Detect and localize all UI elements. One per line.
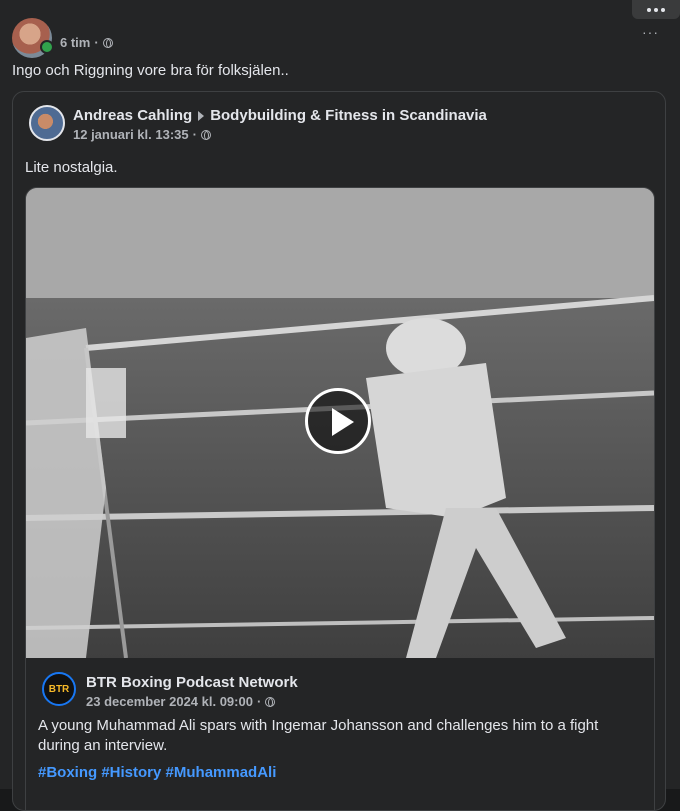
post-meta: 6 tim ·	[60, 35, 113, 50]
shared-post-meta: 12 januari kl. 13:35 ·	[73, 127, 211, 142]
dot-icon	[647, 7, 651, 12]
shared-author-avatar[interactable]	[29, 105, 65, 141]
shared-post-time[interactable]: 12 januari kl. 13:35	[73, 127, 189, 142]
video-player[interactable]	[26, 188, 654, 658]
shared-post-text: Lite nostalgia.	[25, 159, 118, 176]
separator: ·	[256, 694, 262, 709]
globe-icon[interactable]	[200, 129, 211, 140]
page-name[interactable]: BTR Boxing Podcast Network	[86, 674, 298, 691]
post-time[interactable]: 6 tim	[60, 35, 90, 50]
feed-post: 6 tim · ··· Ingo och Riggning vore bra f…	[0, 18, 680, 811]
more-options-icon[interactable]: ···	[642, 24, 659, 40]
post-text: Ingo och Riggning vore bra för folksjäle…	[12, 62, 289, 79]
shared-post-title: Andreas Cahling Bodybuilding & Fitness i…	[73, 107, 487, 124]
play-icon[interactable]	[305, 388, 371, 454]
menu-button[interactable]	[632, 0, 680, 19]
inner-video-card[interactable]: BTR BTR Boxing Podcast Network 23 decemb…	[25, 187, 655, 810]
dot-icon	[654, 7, 658, 12]
inner-post-meta: 23 december 2024 kl. 09:00 ·	[86, 694, 276, 709]
group-name[interactable]: Bodybuilding & Fitness in Scandinavia	[210, 107, 487, 124]
separator: ·	[192, 127, 197, 142]
shared-post[interactable]: Andreas Cahling Bodybuilding & Fitness i…	[12, 91, 666, 811]
caret-right-icon	[198, 110, 205, 121]
shared-author-name[interactable]: Andreas Cahling	[73, 107, 192, 124]
inner-post-text: A young Muhammad Ali spars with Ingemar …	[38, 717, 599, 754]
separator: ·	[94, 35, 99, 50]
globe-icon[interactable]	[265, 696, 276, 707]
dot-icon	[661, 7, 665, 12]
page-avatar[interactable]: BTR	[42, 672, 76, 706]
inner-post-time[interactable]: 23 december 2024 kl. 09:00	[86, 694, 253, 709]
top-bar	[0, 0, 680, 30]
online-status-icon	[40, 40, 54, 54]
hashtag-links[interactable]: #Boxing #History #MuhammadAli	[38, 764, 276, 781]
globe-icon[interactable]	[102, 37, 113, 48]
